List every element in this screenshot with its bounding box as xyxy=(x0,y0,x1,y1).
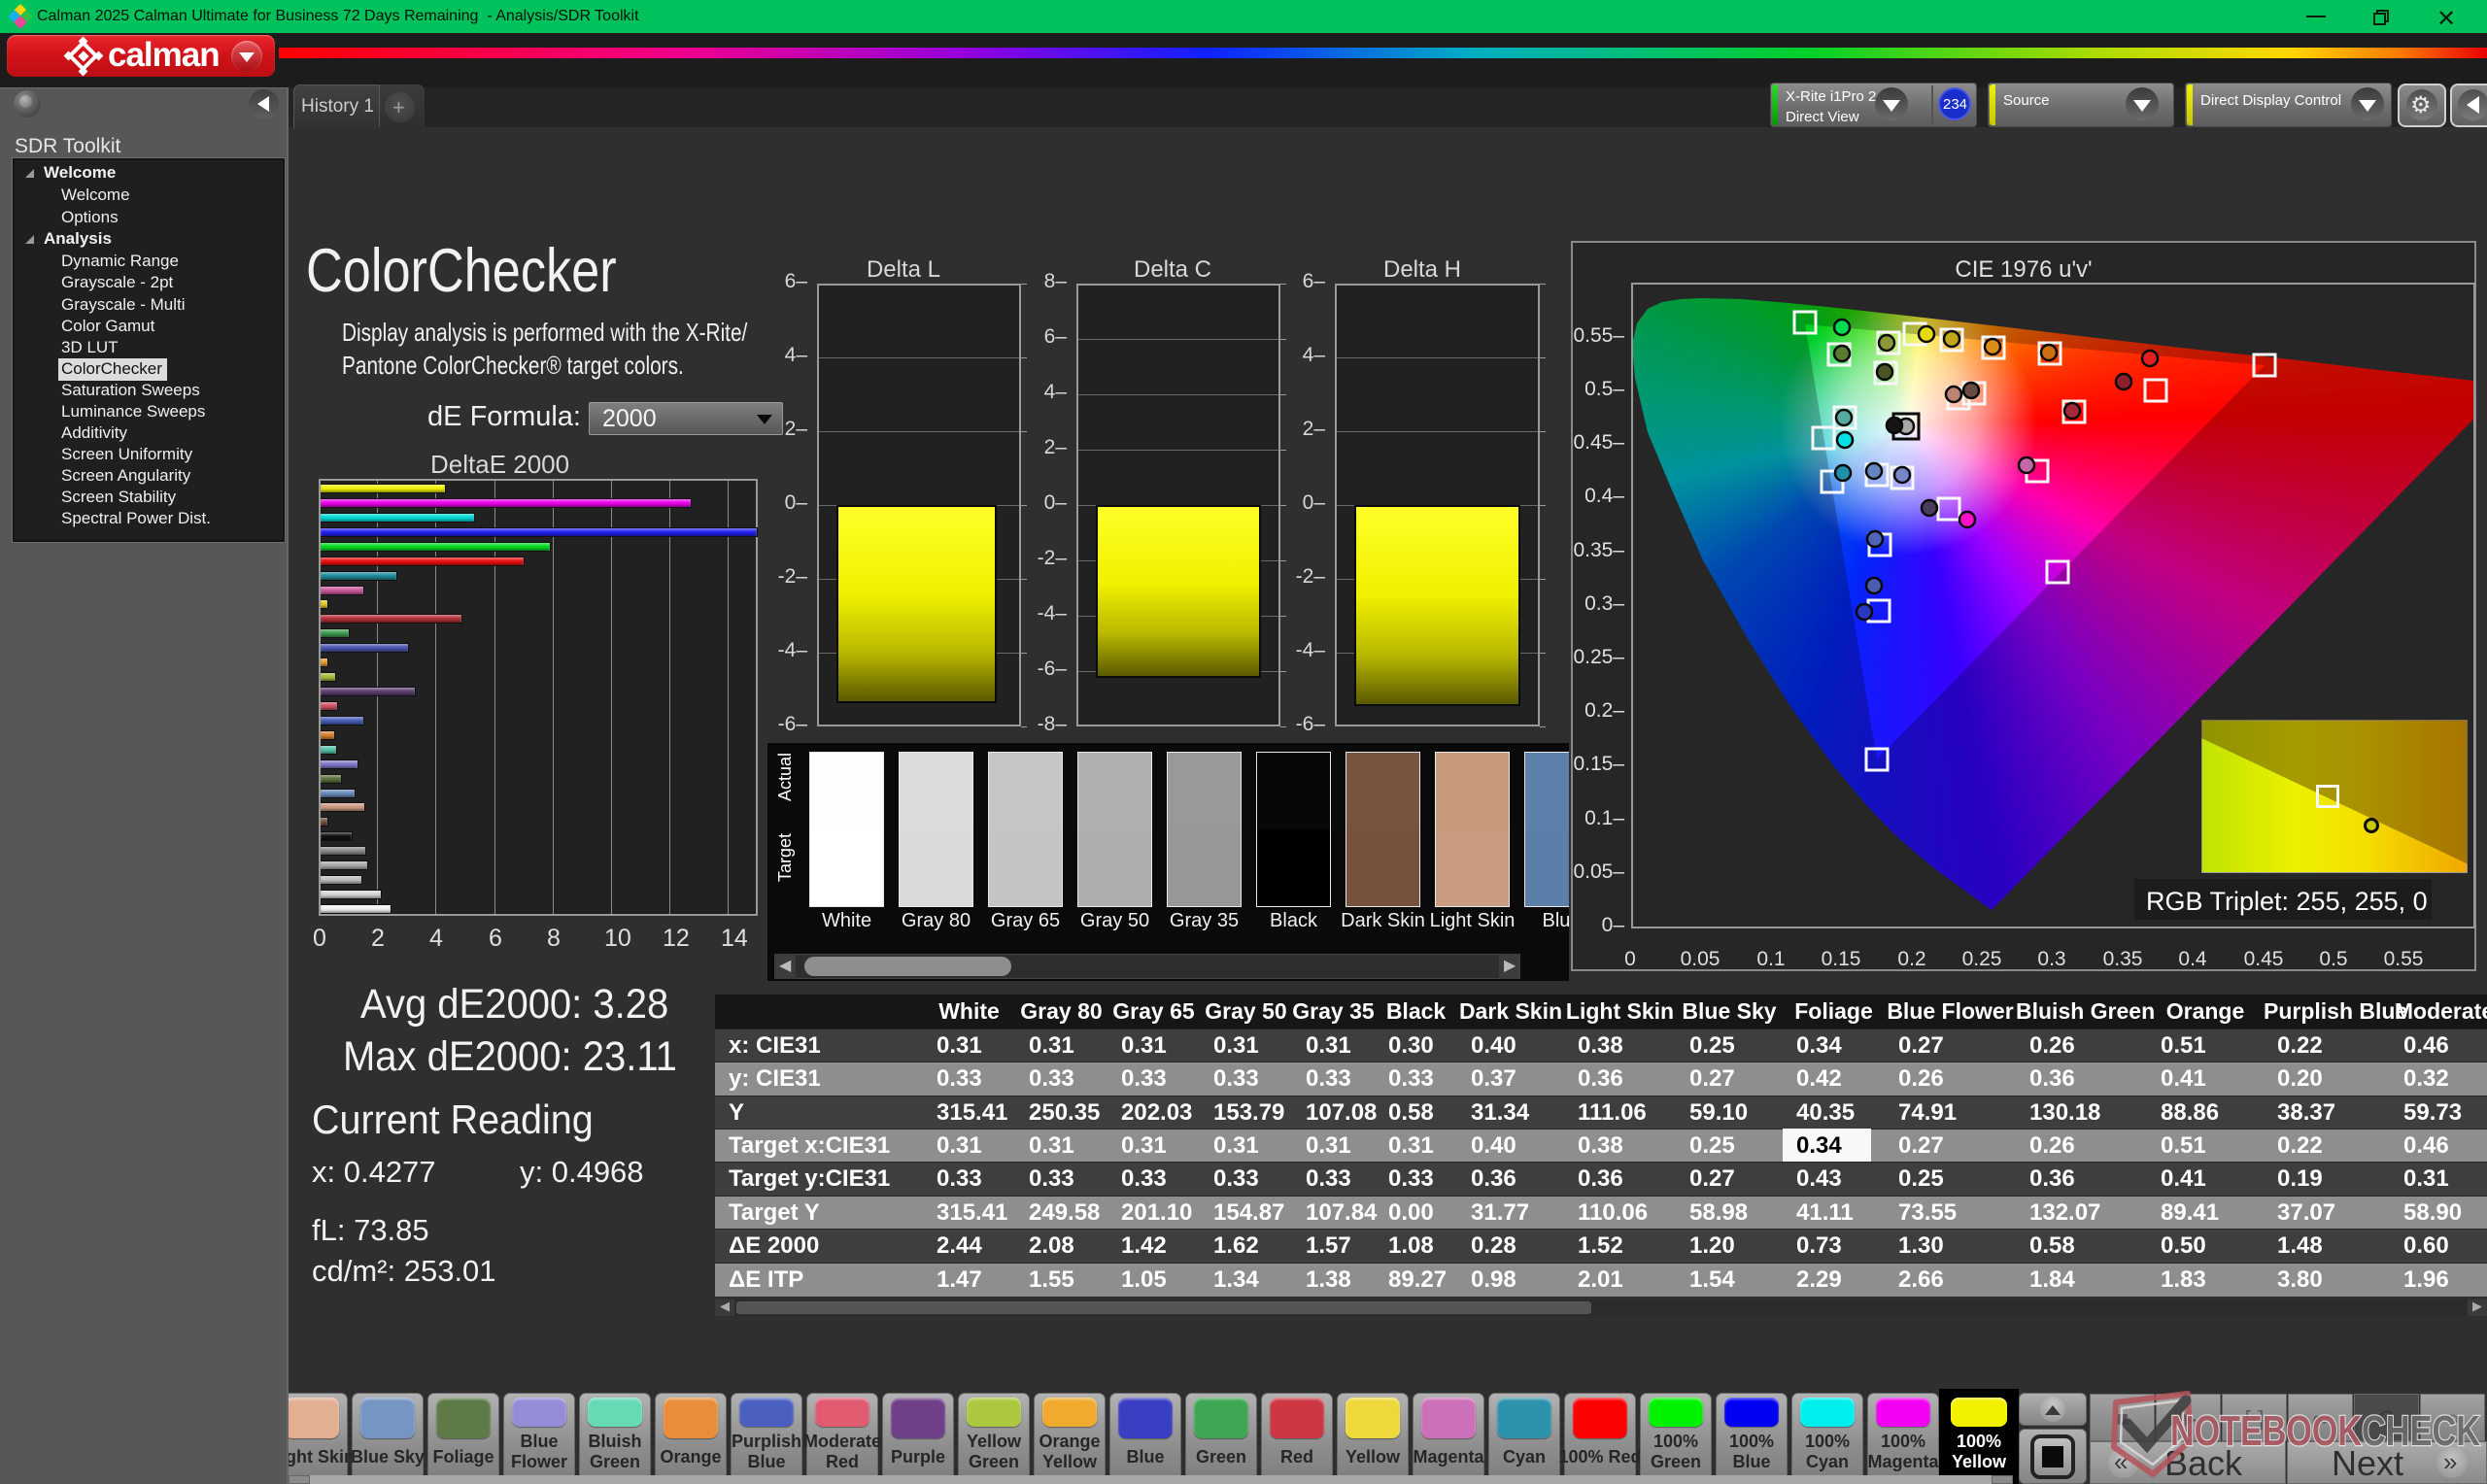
svg-text:CHECK: CHECK xyxy=(2362,1407,2480,1455)
svg-text:NOTEBOOK: NOTEBOOK xyxy=(2170,1407,2362,1455)
